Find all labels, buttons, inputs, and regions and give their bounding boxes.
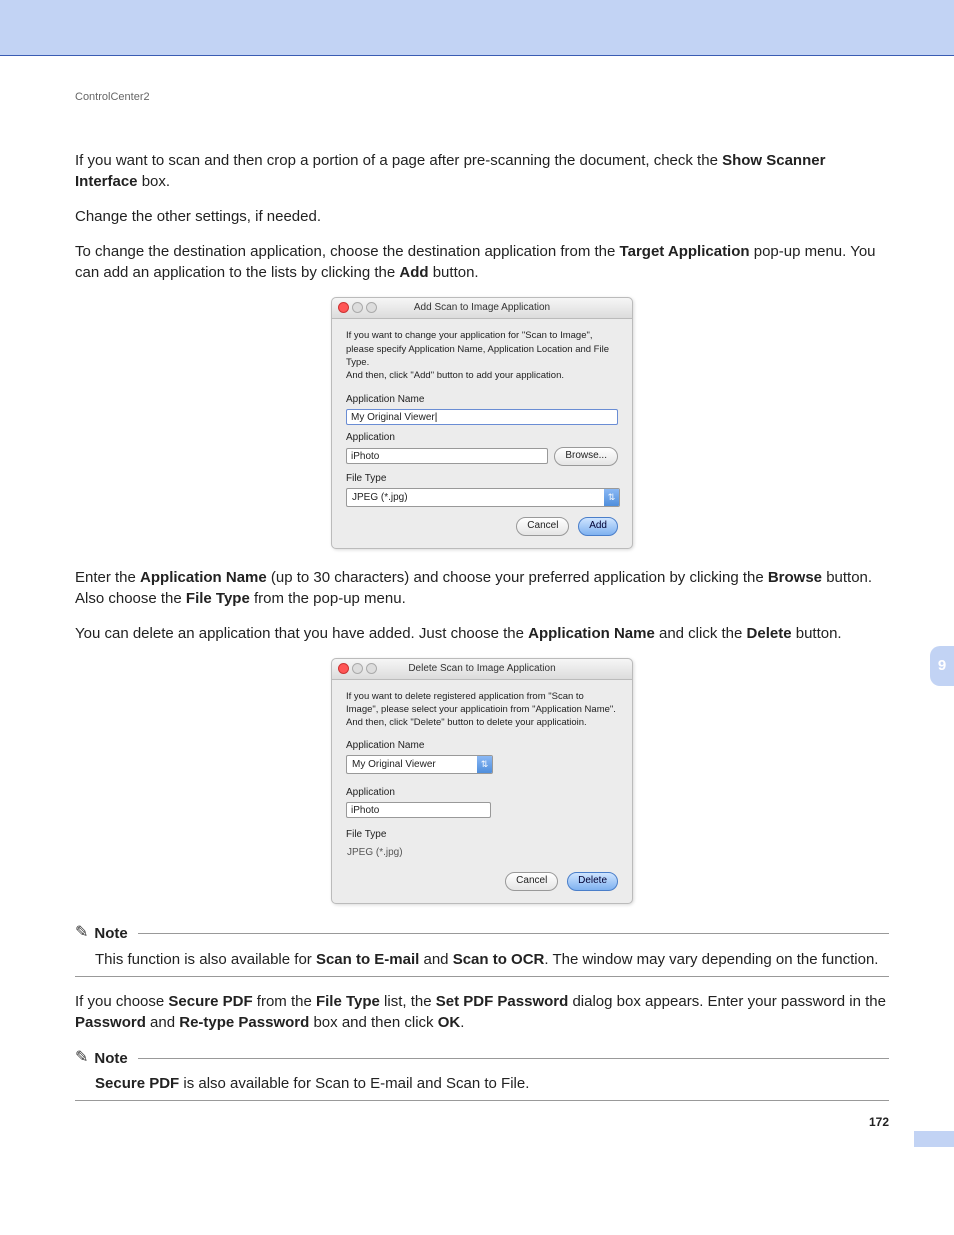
browse-button[interactable]: Browse... (554, 447, 618, 466)
page-corner-mark (914, 1131, 954, 1147)
note-icon: ✎ (75, 1047, 88, 1069)
paragraph: If you want to scan and then crop a port… (75, 150, 889, 192)
note-text: Secure PDF is also available for Scan to… (95, 1073, 889, 1094)
field-label: Application Name (346, 739, 618, 753)
application-field: iPhoto (346, 448, 548, 464)
zoom-icon[interactable] (366, 302, 377, 313)
field-label: Application (346, 786, 618, 800)
field-label: File Type (346, 828, 618, 842)
dialog-instruction: If you want to change your application f… (346, 329, 618, 382)
dialog-instruction: If you want to delete registered applica… (346, 690, 618, 730)
note-label: Note (94, 1048, 127, 1069)
field-label: Application (346, 431, 618, 445)
close-icon[interactable] (338, 302, 349, 313)
cancel-button[interactable]: Cancel (505, 872, 558, 891)
minimize-icon[interactable] (352, 663, 363, 674)
note-block: ✎ Note This function is also available f… (75, 922, 889, 976)
window-controls (338, 663, 380, 683)
page-number: 172 (869, 1114, 889, 1131)
app-name-select[interactable]: My Original Viewer ⇅ (346, 755, 493, 774)
window-controls (338, 302, 380, 322)
file-type-select[interactable]: JPEG (*.jpg) ⇅ (346, 488, 620, 507)
paragraph: You can delete an application that you h… (75, 623, 889, 644)
delete-button[interactable]: Delete (567, 872, 618, 891)
chevron-updown-icon: ⇅ (477, 756, 492, 773)
application-field: iPhoto (346, 802, 491, 818)
delete-application-dialog: Delete Scan to Image Application If you … (331, 658, 633, 905)
dialog-title: Add Scan to Image Application (414, 302, 550, 313)
file-type-value: JPEG (*.jpg) (346, 844, 618, 862)
section-header: ControlCenter2 (75, 90, 889, 105)
cancel-button[interactable]: Cancel (516, 517, 569, 536)
top-border-bar (0, 0, 954, 56)
app-name-input[interactable]: My Original Viewer| (346, 409, 618, 425)
note-icon: ✎ (75, 922, 88, 944)
paragraph: Change the other settings, if needed. (75, 206, 889, 227)
zoom-icon[interactable] (366, 663, 377, 674)
paragraph: To change the destination application, c… (75, 241, 889, 283)
paragraph: If you choose Secure PDF from the File T… (75, 991, 889, 1033)
close-icon[interactable] (338, 663, 349, 674)
add-application-dialog: Add Scan to Image Application If you wan… (331, 297, 633, 548)
chapter-tab: 9 (930, 646, 954, 686)
chevron-updown-icon: ⇅ (604, 489, 619, 506)
paragraph: Enter the Application Name (up to 30 cha… (75, 567, 889, 609)
dialog-titlebar: Add Scan to Image Application (332, 298, 632, 319)
note-text: This function is also available for Scan… (95, 949, 889, 970)
note-block: ✎ Note Secure PDF is also available for … (75, 1047, 889, 1101)
note-label: Note (94, 923, 127, 944)
add-button[interactable]: Add (578, 517, 618, 536)
field-label: Application Name (346, 393, 618, 407)
minimize-icon[interactable] (352, 302, 363, 313)
dialog-title: Delete Scan to Image Application (408, 663, 555, 674)
field-label: File Type (346, 472, 618, 486)
dialog-titlebar: Delete Scan to Image Application (332, 659, 632, 680)
